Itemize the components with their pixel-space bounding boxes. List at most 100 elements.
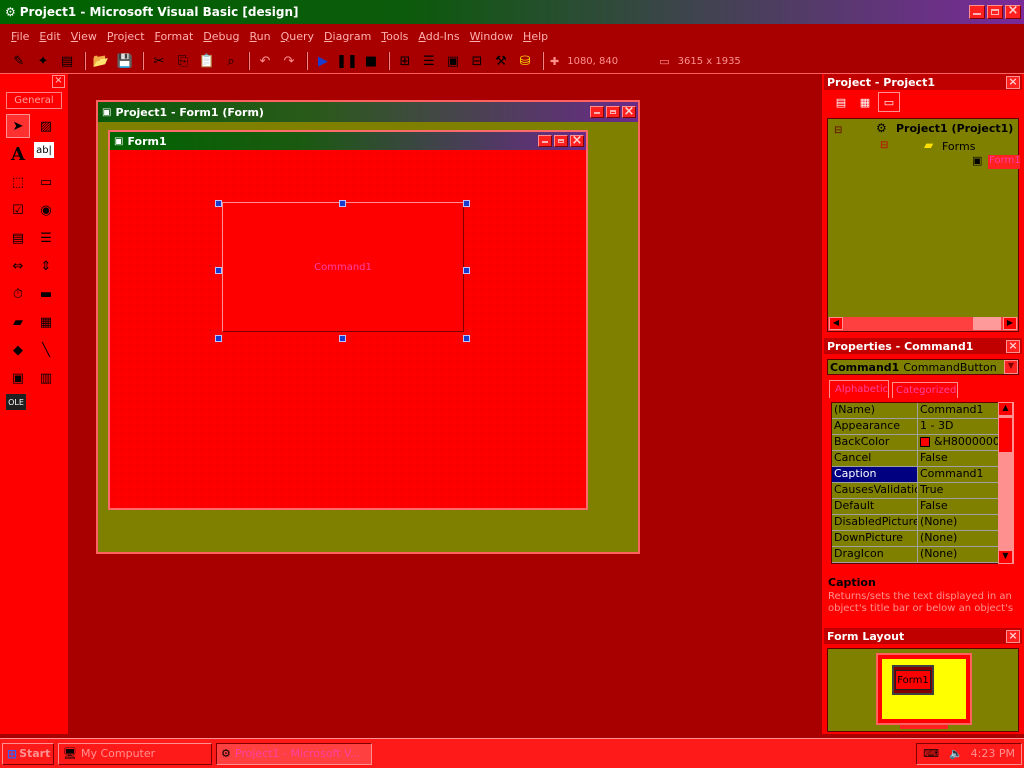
resize-handle-nw[interactable] bbox=[215, 200, 222, 207]
tab-alphabetic[interactable]: Alphabetic bbox=[829, 380, 889, 398]
add-project-icon[interactable]: ✎ bbox=[8, 51, 30, 71]
designer-minimize-button[interactable] bbox=[590, 106, 604, 118]
view-object-icon[interactable]: ▦ bbox=[854, 92, 876, 112]
volume-icon[interactable]: 🔈 bbox=[949, 747, 963, 760]
form-layout-close-button[interactable]: × bbox=[1006, 629, 1020, 643]
property-value[interactable]: False bbox=[918, 451, 998, 466]
project-explorer-close-button[interactable]: × bbox=[1006, 75, 1020, 89]
end-icon[interactable]: ■ bbox=[360, 51, 382, 71]
tree-form1-item[interactable]: Form1 bbox=[988, 155, 1020, 169]
toolbox-tab-general[interactable]: General bbox=[6, 92, 62, 109]
property-row[interactable]: CausesValidationTrue bbox=[832, 483, 998, 499]
object-browser-icon[interactable]: ⊟ bbox=[466, 51, 488, 71]
menu-window[interactable]: Window bbox=[465, 30, 518, 43]
scroll-up-icon[interactable]: ▲ bbox=[998, 402, 1013, 416]
property-value[interactable]: Command1 bbox=[918, 403, 998, 418]
property-value[interactable]: (None) bbox=[918, 531, 998, 546]
data-icon[interactable]: ▥ bbox=[34, 366, 58, 390]
menu-debug[interactable]: Debug bbox=[198, 30, 244, 43]
filelistbox-icon[interactable]: ▦ bbox=[34, 310, 58, 334]
taskbar-item-vb[interactable]: ⚙ Project1 - Microsoft V... bbox=[216, 742, 372, 765]
scroll-right-icon[interactable]: ▶ bbox=[1003, 317, 1017, 330]
drivelistbox-icon[interactable]: ▬ bbox=[34, 282, 58, 306]
cut-icon[interactable]: ✂ bbox=[148, 51, 170, 71]
property-row[interactable]: BackColor&H8000000F bbox=[832, 435, 998, 451]
command1-button[interactable]: Command1 bbox=[222, 202, 464, 332]
commandbutton-icon[interactable]: ▭ bbox=[34, 170, 58, 194]
undo-icon[interactable]: ↶ bbox=[254, 51, 276, 71]
tree-forms-folder[interactable]: Forms bbox=[942, 140, 975, 153]
resize-handle-ne[interactable] bbox=[463, 200, 470, 207]
label-icon[interactable]: A bbox=[6, 142, 30, 166]
designer-close-button[interactable] bbox=[622, 104, 636, 119]
object-selector[interactable]: Command1 CommandButton ▼ bbox=[827, 359, 1019, 375]
menu-diagram[interactable]: Diagram bbox=[319, 30, 376, 43]
menu-query[interactable]: Query bbox=[276, 30, 319, 43]
resize-handle-se[interactable] bbox=[463, 335, 470, 342]
maximize-button[interactable] bbox=[987, 5, 1003, 19]
property-value[interactable]: &H8000000F bbox=[918, 435, 998, 450]
toolbox-icon[interactable]: ⚒ bbox=[490, 51, 512, 71]
menu-help[interactable]: Help bbox=[518, 30, 553, 43]
menu-project[interactable]: Project bbox=[102, 30, 150, 43]
menu-view[interactable]: View bbox=[66, 30, 102, 43]
hscrollbar-icon[interactable]: ⇔ bbox=[6, 254, 30, 278]
menu-format[interactable]: Format bbox=[150, 30, 199, 43]
scroll-down-icon[interactable]: ▼ bbox=[998, 550, 1013, 564]
property-row[interactable]: Appearance 1 - 3D bbox=[832, 419, 998, 435]
pointer-icon[interactable]: ➤ bbox=[6, 114, 30, 138]
dirlistbox-icon[interactable]: ▰ bbox=[6, 310, 30, 334]
keyboard-icon[interactable]: ⌨ bbox=[923, 747, 939, 760]
combobox-icon[interactable]: ▤ bbox=[6, 226, 30, 250]
menu-run[interactable]: Run bbox=[244, 30, 275, 43]
vscrollbar-icon[interactable]: ⇕ bbox=[34, 254, 58, 278]
property-row[interactable]: Cancel False bbox=[832, 451, 998, 467]
open-project-icon[interactable]: 📂 bbox=[90, 51, 112, 71]
form1-title-bar[interactable]: ▣ Form1 bbox=[110, 132, 586, 150]
scroll-thumb[interactable] bbox=[973, 317, 1001, 330]
start-button[interactable]: ⊞ Start bbox=[2, 742, 54, 765]
copy-icon[interactable]: ⎘ bbox=[172, 51, 194, 71]
tree-project-root[interactable]: Project1 (Project1) bbox=[896, 122, 1013, 135]
resize-handle-n[interactable] bbox=[339, 200, 346, 207]
resize-handle-e[interactable] bbox=[463, 267, 470, 274]
toggle-folders-icon[interactable]: ▭ bbox=[878, 92, 900, 112]
designer-title-bar[interactable]: ▣ Project1 - Form1 (Form) bbox=[98, 102, 638, 122]
toolbox-close-button[interactable]: × bbox=[52, 75, 65, 88]
properties-window-icon[interactable]: ☰ bbox=[418, 51, 440, 71]
property-value[interactable]: Command1 bbox=[918, 467, 998, 482]
object-dropdown-icon[interactable]: ▼ bbox=[1004, 360, 1018, 374]
start-icon[interactable]: ▶ bbox=[312, 51, 334, 71]
redo-icon[interactable]: ↷ bbox=[278, 51, 300, 71]
form1-window[interactable]: ▣ Form1 Command1 bbox=[108, 130, 588, 510]
property-value[interactable]: 1 - 3D bbox=[918, 419, 998, 434]
minimize-button[interactable] bbox=[969, 5, 985, 19]
frame-icon[interactable]: ⬚ bbox=[6, 170, 30, 194]
listbox-icon[interactable]: ☰ bbox=[34, 226, 58, 250]
shape-icon[interactable]: ◆ bbox=[6, 338, 30, 362]
scroll-left-icon[interactable]: ◀ bbox=[829, 317, 843, 330]
property-row[interactable]: Caption Command1 bbox=[832, 467, 998, 483]
ole-icon[interactable]: OLE bbox=[6, 394, 26, 410]
property-value[interactable]: True bbox=[918, 483, 998, 498]
clock[interactable]: 4:23 PM bbox=[971, 747, 1015, 760]
resize-handle-w[interactable] bbox=[215, 267, 222, 274]
property-row[interactable]: Default False bbox=[832, 499, 998, 515]
property-vscrollbar[interactable]: ▲ ▼ bbox=[998, 402, 1014, 564]
optionbutton-icon[interactable]: ◉ bbox=[34, 198, 58, 222]
save-project-icon[interactable]: 💾 bbox=[114, 51, 136, 71]
menu-edit[interactable]: Edit bbox=[34, 30, 65, 43]
view-code-icon[interactable]: ▤ bbox=[830, 92, 852, 112]
form-layout-icon[interactable]: ▣ bbox=[442, 51, 464, 71]
add-form-icon[interactable]: ✦ bbox=[32, 51, 54, 71]
find-icon[interactable]: ⌕ bbox=[220, 51, 242, 71]
properties-close-button[interactable]: × bbox=[1006, 339, 1020, 353]
menu-tools[interactable]: Tools bbox=[376, 30, 413, 43]
property-value[interactable]: (None) bbox=[918, 547, 998, 562]
data-view-icon[interactable]: ⛁ bbox=[514, 51, 536, 71]
taskbar-item-my-computer[interactable]: 🖥 My Computer bbox=[58, 742, 212, 765]
break-icon[interactable]: ❚❚ bbox=[336, 51, 358, 71]
property-value[interactable]: False bbox=[918, 499, 998, 514]
tab-categorized[interactable]: Categorized bbox=[892, 382, 958, 398]
property-row[interactable]: DisabledPicture (None) bbox=[832, 515, 998, 531]
